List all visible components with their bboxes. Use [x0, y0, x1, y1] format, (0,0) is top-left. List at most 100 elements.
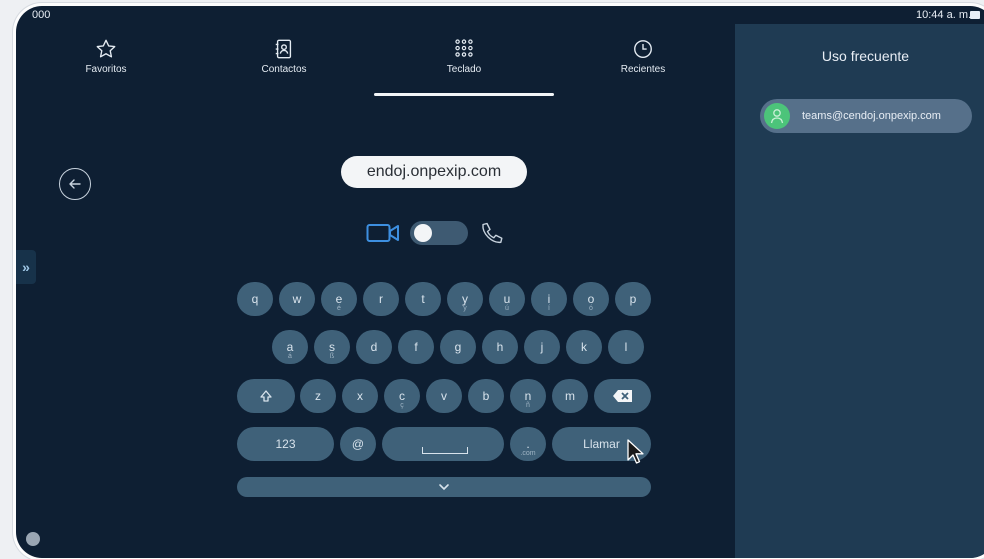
frequent-panel-title: Uso frecuente — [821, 48, 910, 64]
tab-favoritos[interactable]: Favoritos — [36, 38, 176, 86]
key-label: m — [565, 389, 575, 403]
key-p[interactable]: p — [615, 282, 651, 316]
address-field[interactable]: endoj.onpexip.com — [341, 156, 527, 188]
backspace-key[interactable] — [594, 379, 651, 413]
key-k[interactable]: k — [566, 330, 602, 364]
key-label: x — [357, 389, 363, 403]
tab-recientes-label: Recientes — [620, 64, 666, 75]
key-m[interactable]: m — [552, 379, 588, 413]
key-e[interactable]: eé — [321, 282, 357, 316]
space-icon — [422, 447, 468, 454]
key-label: n — [524, 389, 532, 403]
key-b[interactable]: b — [468, 379, 504, 413]
frequent-panel: Uso frecuente teams@cendoj.onpexip.com — [735, 24, 984, 558]
key-sublabel: ß — [329, 353, 335, 360]
dialpad-icon — [455, 39, 473, 57]
key-u[interactable]: uú — [489, 282, 525, 316]
tab-teclado-label: Teclado — [446, 64, 482, 75]
key-sublabel: ú — [505, 305, 509, 312]
key-q[interactable]: q — [237, 282, 273, 316]
key-label: v — [441, 389, 447, 403]
key-t[interactable]: t — [405, 282, 441, 316]
dot-key[interactable]: . .com — [510, 427, 546, 461]
key-s[interactable]: sß — [314, 330, 350, 364]
numbers-key-label: 123 — [275, 437, 296, 451]
key-j[interactable]: j — [524, 330, 560, 364]
key-r[interactable]: r — [363, 282, 399, 316]
key-g[interactable]: g — [440, 330, 476, 364]
dot-key-sublabel: .com — [520, 450, 536, 457]
top-navigation: Favoritos Contactos Teclado Recientes — [16, 28, 735, 98]
key-label: l — [624, 340, 628, 354]
shift-key[interactable] — [237, 379, 295, 413]
key-label: y — [462, 292, 468, 306]
key-o[interactable]: oó — [573, 282, 609, 316]
tab-favoritos-label: Favoritos — [85, 64, 127, 75]
key-sublabel: é — [337, 305, 341, 312]
key-label: r — [379, 292, 383, 306]
phone-icon[interactable] — [478, 220, 506, 248]
key-label: f — [414, 340, 418, 354]
key-label: i — [547, 292, 551, 306]
at-key[interactable]: @ — [340, 427, 376, 461]
status-left-text: 000 — [32, 9, 51, 21]
key-d[interactable]: d — [356, 330, 392, 364]
toggle-knob — [414, 224, 432, 242]
home-indicator[interactable] — [26, 532, 40, 546]
double-chevron-right-icon: » — [22, 259, 30, 275]
key-label: e — [335, 292, 343, 306]
key-n[interactable]: nñ — [510, 379, 546, 413]
shift-icon — [260, 390, 272, 402]
status-time: 10:44 a. m. — [916, 9, 972, 21]
battery-icon — [970, 11, 980, 19]
frequent-contact-address: teams@cendoj.onpexip.com — [802, 110, 941, 122]
side-panel-expand-tab[interactable]: » — [16, 250, 36, 284]
tab-teclado[interactable]: Teclado — [394, 38, 534, 86]
key-z[interactable]: z — [300, 379, 336, 413]
key-f[interactable]: f — [398, 330, 434, 364]
clock-icon — [634, 40, 652, 58]
key-sublabel: ó — [589, 305, 593, 312]
key-label: w — [292, 292, 302, 306]
key-w[interactable]: w — [279, 282, 315, 316]
star-icon — [96, 39, 116, 58]
key-label: k — [581, 340, 587, 354]
frequent-contact-item[interactable]: teams@cendoj.onpexip.com — [760, 99, 972, 133]
tab-contactos-label: Contactos — [261, 64, 307, 75]
key-y[interactable]: yý — [447, 282, 483, 316]
key-x[interactable]: x — [342, 379, 378, 413]
dot-key-label: . — [526, 437, 530, 451]
space-key[interactable] — [382, 427, 504, 461]
tab-contactos[interactable]: Contactos — [214, 38, 354, 86]
video-camera-icon[interactable] — [366, 222, 400, 244]
key-label: z — [315, 389, 321, 403]
key-sublabel: á — [288, 353, 292, 360]
key-label: d — [370, 340, 378, 354]
key-v[interactable]: v — [426, 379, 462, 413]
active-tab-indicator — [374, 93, 554, 96]
key-label: c — [399, 389, 405, 403]
video-audio-toggle[interactable] — [410, 221, 468, 245]
key-c[interactable]: cç — [384, 379, 420, 413]
key-label: u — [503, 292, 511, 306]
key-label: j — [540, 340, 544, 354]
key-label: h — [496, 340, 504, 354]
key-label: g — [454, 340, 462, 354]
hide-keyboard-button[interactable] — [237, 477, 651, 497]
call-mode-row — [366, 218, 536, 248]
key-sublabel: ç — [400, 402, 404, 409]
arrow-left-icon — [69, 179, 81, 189]
back-button[interactable] — [59, 168, 91, 200]
contact-avatar — [764, 103, 790, 129]
key-label: a — [286, 340, 294, 354]
key-i[interactable]: ií — [531, 282, 567, 316]
key-a[interactable]: aá — [272, 330, 308, 364]
at-key-label: @ — [351, 437, 365, 451]
key-h[interactable]: h — [482, 330, 518, 364]
numbers-key[interactable]: 123 — [237, 427, 334, 461]
key-sublabel: ý — [463, 305, 467, 312]
key-sublabel: ñ — [526, 402, 530, 409]
tab-recientes[interactable]: Recientes — [573, 38, 713, 86]
key-label: o — [587, 292, 595, 306]
key-l[interactable]: l — [608, 330, 644, 364]
